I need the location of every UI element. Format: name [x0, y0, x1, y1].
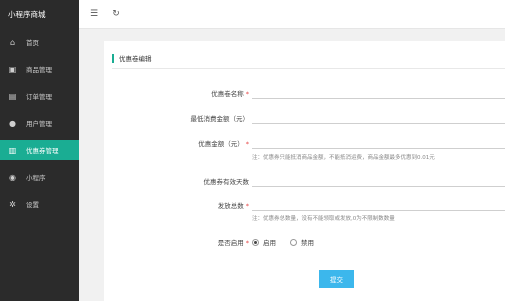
- refresh-icon[interactable]: ↻: [111, 9, 121, 19]
- sidebar-item-coupons[interactable]: ▥ 优惠券管理: [0, 140, 79, 160]
- enabled-radio-group: 启用 禁用: [252, 237, 328, 247]
- gear-icon: ✲: [9, 199, 16, 209]
- radio-disable-button[interactable]: [290, 238, 297, 246]
- min-amount-input[interactable]: [252, 112, 505, 124]
- sidebar-item-home[interactable]: ⌂ 首页: [0, 32, 79, 52]
- coupon-name-label: 优惠卷名称 *: [211, 90, 249, 98]
- required-mark: *: [245, 90, 249, 98]
- discount-hint: 注：优惠券只能抵消商品金额，不能抵消运费，商品金额最多优惠到0.01元: [252, 155, 435, 161]
- discount-input[interactable]: [252, 137, 505, 149]
- panel-header: 优惠卷编辑: [112, 53, 152, 63]
- brand-title: 小程序商城: [8, 10, 46, 19]
- gift-icon: ▣: [8, 64, 17, 74]
- radio-disable-label: 禁用: [301, 239, 314, 247]
- divider: [112, 68, 505, 69]
- sidebar-item-products[interactable]: ▣ 商品管理: [0, 59, 79, 79]
- required-mark: *: [245, 202, 249, 210]
- title-accent-bar: [112, 53, 114, 63]
- sidebar-item-settings[interactable]: ✲ 设置: [0, 194, 79, 214]
- total-hint: 注：优惠券总数量，没有不能领取或发放,0为不限制数数量: [252, 216, 395, 222]
- bars-icon: ▥: [8, 145, 17, 155]
- menu-toggle-icon[interactable]: ☰: [89, 9, 99, 19]
- topbar: ☰ ↻: [79, 0, 505, 29]
- sidebar-item-users[interactable]: ● 用户管理: [0, 113, 79, 133]
- submit-button[interactable]: 提交: [319, 270, 354, 288]
- total-input[interactable]: [252, 199, 505, 211]
- list-icon: ▤: [8, 91, 17, 101]
- sidebar-item-label: 小程序: [26, 174, 46, 182]
- sidebar-item-label: 设置: [26, 201, 39, 209]
- sidebar-item-label: 商品管理: [26, 66, 52, 74]
- sidebar-item-orders[interactable]: ▤ 订单管理: [0, 86, 79, 106]
- sidebar-item-label: 首页: [26, 39, 39, 47]
- compass-icon: ◉: [9, 172, 16, 182]
- radio-enable-label: 启用: [263, 239, 276, 247]
- sidebar-item-label: 订单管理: [26, 93, 52, 101]
- coupon-edit-panel: 优惠卷编辑 优惠卷名称 * 最低消费金额（元） 优惠金额（元） * 注：优惠券只能抵…: [104, 41, 505, 301]
- sidebar-item-label: 用户管理: [26, 120, 52, 128]
- radio-enable[interactable]: 启用: [252, 237, 276, 247]
- user-icon: ●: [9, 118, 16, 128]
- required-mark: *: [245, 140, 249, 148]
- home-icon: ⌂: [9, 37, 16, 47]
- sidebar: 小程序商城 ⌂ 首页 ▣ 商品管理 ▤ 订单管理 ● 用户管理 ▥ 优惠券管理 …: [0, 0, 79, 301]
- coupon-name-input[interactable]: [252, 87, 505, 99]
- enabled-label: 是否启用 *: [217, 239, 249, 247]
- page-title: 优惠卷编辑: [119, 55, 152, 63]
- total-label: 发放总数 *: [217, 202, 249, 210]
- sidebar-item-miniprogram[interactable]: ◉ 小程序: [0, 167, 79, 187]
- valid-days-label: 优惠券有效天数: [203, 178, 250, 186]
- radio-disable[interactable]: 禁用: [290, 237, 314, 247]
- radio-enable-button[interactable]: [252, 238, 259, 246]
- min-amount-label: 最低消费金额（元）: [190, 115, 250, 123]
- required-mark: *: [245, 239, 249, 247]
- discount-label: 优惠金额（元） *: [198, 140, 249, 148]
- sidebar-item-label: 优惠券管理: [26, 147, 59, 155]
- valid-days-input[interactable]: [252, 175, 505, 187]
